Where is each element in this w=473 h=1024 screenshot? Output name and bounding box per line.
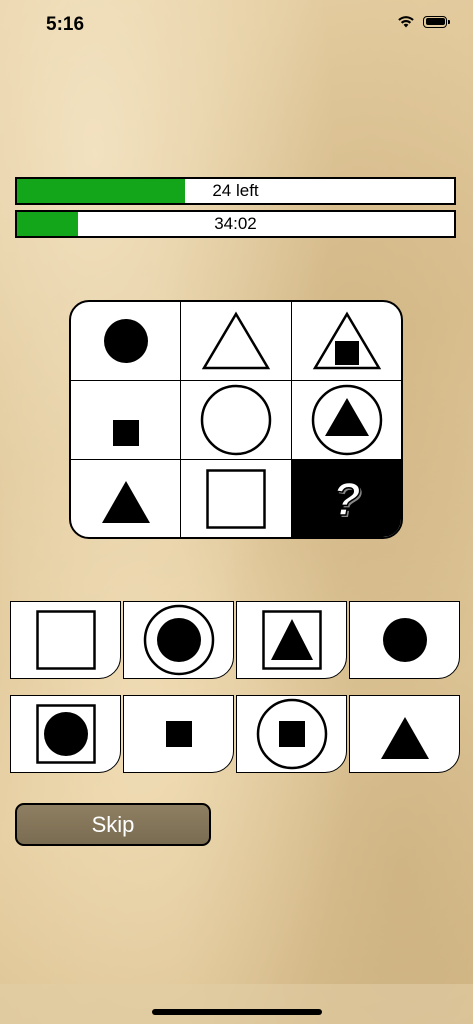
timer-label: 34:02	[214, 214, 257, 233]
filled-small-square-icon	[112, 420, 139, 446]
puzzle-cell-6	[292, 381, 401, 460]
questions-remaining-bar: 24 left	[15, 177, 456, 205]
timer-bar: 34:02	[15, 210, 456, 238]
outline-circle-with-filled-square-icon	[256, 698, 328, 770]
puzzle-matrix: ?	[69, 300, 403, 539]
outline-circle-with-filled-circle-icon	[143, 604, 215, 676]
status-time: 5:16	[46, 14, 85, 35]
answer-option-7[interactable]	[236, 695, 347, 773]
skip-button[interactable]: Skip	[15, 803, 211, 846]
outline-triangle-icon	[201, 311, 271, 371]
puzzle-cell-missing: ?	[292, 460, 401, 537]
wifi-icon	[397, 15, 415, 28]
filled-triangle-icon	[380, 717, 429, 759]
home-indicator[interactable]	[152, 1009, 322, 1015]
status-icons	[397, 15, 450, 28]
puzzle-cell-5	[181, 381, 292, 460]
filled-circle-icon	[102, 317, 150, 365]
answer-option-6[interactable]	[123, 695, 234, 773]
puzzle-cell-3	[292, 302, 401, 381]
puzzle-cell-2	[181, 302, 292, 381]
answer-option-2[interactable]	[123, 601, 234, 679]
outline-square-icon	[35, 610, 96, 670]
outline-circle-with-filled-triangle-icon	[311, 384, 383, 456]
puzzle-cell-4	[71, 381, 181, 460]
outline-square-with-filled-triangle-icon	[261, 610, 322, 670]
answer-option-5[interactable]	[10, 695, 121, 773]
outline-square-icon	[206, 468, 266, 529]
outline-circle-icon	[200, 384, 272, 456]
answer-option-4[interactable]	[349, 601, 460, 679]
battery-icon	[423, 15, 450, 28]
puzzle-cell-8	[181, 460, 292, 537]
question-mark-icon: ?	[332, 472, 362, 526]
outline-triangle-with-filled-square-icon	[312, 311, 382, 371]
bottom-bar	[0, 984, 473, 1024]
filled-triangle-icon	[101, 480, 150, 523]
puzzle-cell-1	[71, 302, 181, 381]
outline-square-with-filled-circle-icon	[35, 704, 96, 764]
answer-option-8[interactable]	[349, 695, 460, 773]
puzzle-cell-7	[71, 460, 181, 537]
filled-circle-icon	[382, 617, 428, 663]
filled-small-square-icon	[165, 721, 192, 747]
answer-option-3[interactable]	[236, 601, 347, 679]
questions-remaining-label: 24 left	[212, 181, 259, 200]
status-bar: 5:16	[0, 0, 473, 50]
answer-option-1[interactable]	[10, 601, 121, 679]
